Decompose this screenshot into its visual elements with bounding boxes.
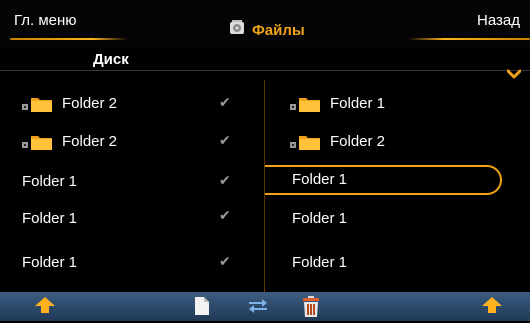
up-arrow-icon[interactable] bbox=[481, 296, 503, 319]
right-item-label: Folder 1 bbox=[330, 94, 386, 112]
disk-label: Диск bbox=[93, 51, 129, 68]
check-icon: ✔ bbox=[219, 94, 231, 110]
main-menu-button[interactable]: Гл. меню bbox=[14, 12, 77, 29]
page-title-text: Файлы bbox=[252, 22, 305, 39]
up-arrow-icon[interactable] bbox=[34, 296, 56, 319]
disk-selector[interactable]: Диск bbox=[0, 48, 530, 72]
bottom-toolbar bbox=[0, 292, 530, 321]
left-list-item-4[interactable]: Folder 1 bbox=[22, 203, 77, 233]
check-icon: ✔ bbox=[219, 253, 231, 269]
back-underline bbox=[408, 38, 530, 40]
right-item-label: Folder 1 bbox=[292, 253, 348, 271]
right-list-item-1[interactable]: Folder 1 bbox=[290, 88, 385, 118]
left-list-item-2[interactable]: Folder 2 bbox=[22, 126, 117, 156]
right-list-item-5[interactable]: Folder 1 bbox=[292, 247, 347, 277]
folder-icon bbox=[290, 94, 320, 112]
left-item-label: Folder 1 bbox=[22, 172, 78, 190]
left-list-item-3[interactable]: Folder 1 bbox=[22, 166, 77, 196]
folder-icon bbox=[290, 132, 320, 150]
top-bar: Гл. меню Файлы Назад bbox=[0, 0, 530, 48]
main-menu-label: Гл. меню bbox=[14, 12, 77, 29]
check-icon: ✔ bbox=[219, 132, 231, 148]
transfer-icon[interactable] bbox=[248, 298, 268, 319]
disk-divider bbox=[0, 70, 530, 71]
right-list-item-3[interactable]: Folder 1 bbox=[292, 164, 347, 194]
back-label: Назад bbox=[477, 12, 520, 29]
files-icon bbox=[228, 19, 246, 42]
right-item-label: Folder 1 bbox=[292, 170, 348, 188]
check-icon: ✔ bbox=[219, 207, 231, 223]
right-list-item-2[interactable]: Folder 2 bbox=[290, 126, 385, 156]
right-item-label: Folder 1 bbox=[292, 209, 348, 227]
folder-icon bbox=[22, 132, 52, 150]
folder-icon bbox=[22, 94, 52, 112]
left-list-item-1[interactable]: Folder 2 bbox=[22, 88, 117, 118]
back-button[interactable]: Назад bbox=[477, 12, 520, 29]
main-menu-underline bbox=[10, 38, 128, 40]
trash-icon[interactable] bbox=[302, 296, 320, 323]
left-item-label: Folder 2 bbox=[62, 94, 118, 112]
file-panels: Folder 2 ✔ Folder 2 ✔ Folder 1 ✔ Folder … bbox=[0, 80, 530, 292]
left-item-label: Folder 1 bbox=[22, 209, 78, 227]
right-item-label: Folder 2 bbox=[330, 132, 386, 150]
page-title: Файлы bbox=[228, 19, 305, 42]
document-icon[interactable] bbox=[193, 296, 211, 321]
left-list-item-5[interactable]: Folder 1 bbox=[22, 247, 77, 277]
left-item-label: Folder 1 bbox=[22, 253, 78, 271]
check-icon: ✔ bbox=[219, 172, 231, 188]
left-item-label: Folder 2 bbox=[62, 132, 118, 150]
right-list-item-4[interactable]: Folder 1 bbox=[292, 203, 347, 233]
